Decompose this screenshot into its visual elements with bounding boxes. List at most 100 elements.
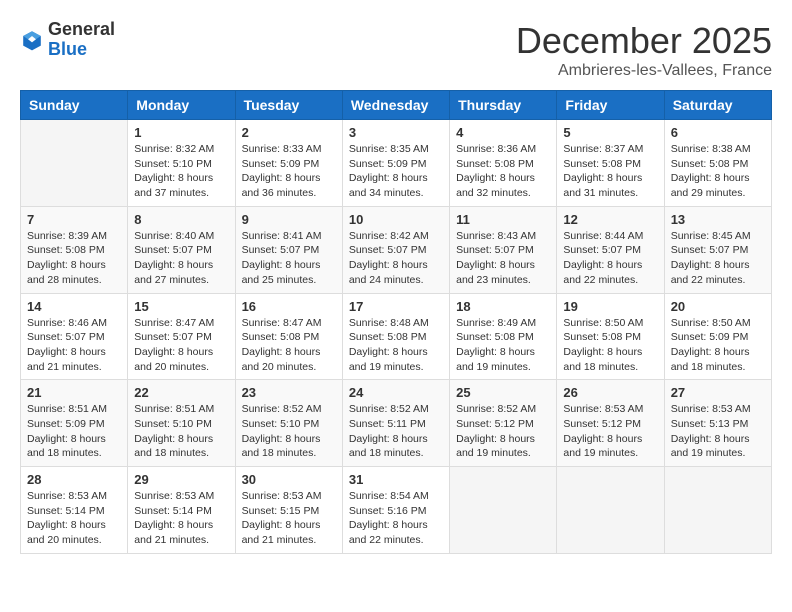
day-number: 1 bbox=[134, 125, 228, 140]
calendar-week-row: 28Sunrise: 8:53 AM Sunset: 5:14 PM Dayli… bbox=[21, 467, 772, 554]
calendar-cell: 27 Sunrise: 8:53 AM Sunset: 5:13 PM Dayli… bbox=[664, 380, 771, 467]
calendar-header-cell: Friday bbox=[557, 91, 664, 120]
calendar-cell: 20 Sunrise: 8:50 AM Sunset: 5:09 PM Dayli… bbox=[664, 293, 771, 380]
calendar-cell: 28Sunrise: 8:53 AM Sunset: 5:14 PM Dayli… bbox=[21, 467, 128, 554]
calendar-week-row: 14 Sunrise: 8:46 AM Sunset: 5:07 PM Dayli… bbox=[21, 293, 772, 380]
day-info: Sunrise: 8:45 AM Sunset: 5:07 PM Dayligh… bbox=[671, 229, 765, 288]
day-info: Sunrise: 8:46 AM Sunset: 5:07 PM Dayligh… bbox=[27, 316, 121, 375]
calendar-cell bbox=[21, 120, 128, 207]
day-info: Sunrise: 8:39 AM Sunset: 5:08 PM Dayligh… bbox=[27, 229, 121, 288]
day-info: Sunrise: 8:40 AM Sunset: 5:07 PM Dayligh… bbox=[134, 229, 228, 288]
calendar-header-cell: Monday bbox=[128, 91, 235, 120]
calendar-cell: 13 Sunrise: 8:45 AM Sunset: 5:07 PM Dayli… bbox=[664, 206, 771, 293]
calendar-cell: 6Sunrise: 8:38 AM Sunset: 5:08 PM Daylig… bbox=[664, 120, 771, 207]
day-number: 14 bbox=[27, 299, 121, 314]
calendar-cell: 22Sunrise: 8:51 AM Sunset: 5:10 PM Dayli… bbox=[128, 380, 235, 467]
day-number: 3 bbox=[349, 125, 443, 140]
calendar-cell: 17 Sunrise: 8:48 AM Sunset: 5:08 PM Dayli… bbox=[342, 293, 449, 380]
calendar-cell: 25Sunrise: 8:52 AM Sunset: 5:12 PM Dayli… bbox=[450, 380, 557, 467]
calendar-cell: 7 Sunrise: 8:39 AM Sunset: 5:08 PM Daylig… bbox=[21, 206, 128, 293]
calendar-body: 1 Sunrise: 8:32 AM Sunset: 5:10 PM Daylig… bbox=[21, 120, 772, 554]
calendar-table: SundayMondayTuesdayWednesdayThursdayFrid… bbox=[20, 90, 772, 554]
day-number: 21 bbox=[27, 385, 121, 400]
day-info: Sunrise: 8:52 AM Sunset: 5:10 PM Dayligh… bbox=[242, 402, 336, 461]
day-number: 18 bbox=[456, 299, 550, 314]
logo-text: General Blue bbox=[48, 20, 115, 60]
day-number: 15 bbox=[134, 299, 228, 314]
calendar-cell: 2 Sunrise: 8:33 AM Sunset: 5:09 PM Daylig… bbox=[235, 120, 342, 207]
day-number: 23 bbox=[242, 385, 336, 400]
calendar-header-cell: Wednesday bbox=[342, 91, 449, 120]
day-number: 10 bbox=[349, 212, 443, 227]
month-title: December 2025 bbox=[516, 20, 772, 62]
day-number: 31 bbox=[349, 472, 443, 487]
day-info: Sunrise: 8:47 AM Sunset: 5:08 PM Dayligh… bbox=[242, 316, 336, 375]
day-info: Sunrise: 8:53 AM Sunset: 5:14 PM Dayligh… bbox=[27, 489, 121, 548]
day-info: Sunrise: 8:50 AM Sunset: 5:09 PM Dayligh… bbox=[671, 316, 765, 375]
calendar-cell: 3Sunrise: 8:35 AM Sunset: 5:09 PM Daylig… bbox=[342, 120, 449, 207]
calendar-cell: 30Sunrise: 8:53 AM Sunset: 5:15 PM Dayli… bbox=[235, 467, 342, 554]
logo: General Blue bbox=[20, 20, 115, 60]
day-info: Sunrise: 8:41 AM Sunset: 5:07 PM Dayligh… bbox=[242, 229, 336, 288]
day-number: 26 bbox=[563, 385, 657, 400]
day-info: Sunrise: 8:36 AM Sunset: 5:08 PM Dayligh… bbox=[456, 142, 550, 201]
calendar-header-row: SundayMondayTuesdayWednesdayThursdayFrid… bbox=[21, 91, 772, 120]
calendar-header-cell: Thursday bbox=[450, 91, 557, 120]
calendar-cell bbox=[557, 467, 664, 554]
day-info: Sunrise: 8:51 AM Sunset: 5:09 PM Dayligh… bbox=[27, 402, 121, 461]
day-info: Sunrise: 8:32 AM Sunset: 5:10 PM Dayligh… bbox=[134, 142, 228, 201]
day-info: Sunrise: 8:52 AM Sunset: 5:11 PM Dayligh… bbox=[349, 402, 443, 461]
calendar-header-cell: Sunday bbox=[21, 91, 128, 120]
day-number: 24 bbox=[349, 385, 443, 400]
day-info: Sunrise: 8:48 AM Sunset: 5:08 PM Dayligh… bbox=[349, 316, 443, 375]
calendar-cell: 5 Sunrise: 8:37 AM Sunset: 5:08 PM Daylig… bbox=[557, 120, 664, 207]
day-info: Sunrise: 8:44 AM Sunset: 5:07 PM Dayligh… bbox=[563, 229, 657, 288]
calendar-cell: 26Sunrise: 8:53 AM Sunset: 5:12 PM Dayli… bbox=[557, 380, 664, 467]
day-number: 12 bbox=[563, 212, 657, 227]
calendar-cell: 29 Sunrise: 8:53 AM Sunset: 5:14 PM Dayli… bbox=[128, 467, 235, 554]
day-info: Sunrise: 8:54 AM Sunset: 5:16 PM Dayligh… bbox=[349, 489, 443, 548]
day-number: 11 bbox=[456, 212, 550, 227]
day-number: 25 bbox=[456, 385, 550, 400]
calendar-cell: 31 Sunrise: 8:54 AM Sunset: 5:16 PM Dayli… bbox=[342, 467, 449, 554]
logo-icon bbox=[20, 28, 44, 52]
calendar-cell: 24 Sunrise: 8:52 AM Sunset: 5:11 PM Dayli… bbox=[342, 380, 449, 467]
day-info: Sunrise: 8:33 AM Sunset: 5:09 PM Dayligh… bbox=[242, 142, 336, 201]
day-number: 6 bbox=[671, 125, 765, 140]
day-info: Sunrise: 8:42 AM Sunset: 5:07 PM Dayligh… bbox=[349, 229, 443, 288]
day-info: Sunrise: 8:37 AM Sunset: 5:08 PM Dayligh… bbox=[563, 142, 657, 201]
calendar-cell: 9 Sunrise: 8:41 AM Sunset: 5:07 PM Daylig… bbox=[235, 206, 342, 293]
calendar-cell: 11 Sunrise: 8:43 AM Sunset: 5:07 PM Dayli… bbox=[450, 206, 557, 293]
calendar-cell: 19Sunrise: 8:50 AM Sunset: 5:08 PM Dayli… bbox=[557, 293, 664, 380]
day-number: 30 bbox=[242, 472, 336, 487]
day-info: Sunrise: 8:51 AM Sunset: 5:10 PM Dayligh… bbox=[134, 402, 228, 461]
calendar-cell: 16 Sunrise: 8:47 AM Sunset: 5:08 PM Dayli… bbox=[235, 293, 342, 380]
day-number: 2 bbox=[242, 125, 336, 140]
day-info: Sunrise: 8:53 AM Sunset: 5:14 PM Dayligh… bbox=[134, 489, 228, 548]
day-number: 20 bbox=[671, 299, 765, 314]
day-number: 13 bbox=[671, 212, 765, 227]
calendar-cell: 23 Sunrise: 8:52 AM Sunset: 5:10 PM Dayli… bbox=[235, 380, 342, 467]
calendar-header-cell: Tuesday bbox=[235, 91, 342, 120]
day-number: 29 bbox=[134, 472, 228, 487]
calendar-cell: 10 Sunrise: 8:42 AM Sunset: 5:07 PM Dayli… bbox=[342, 206, 449, 293]
title-area: December 2025 Ambrieres-les-Vallees, Fra… bbox=[516, 20, 772, 80]
calendar-cell: 8 Sunrise: 8:40 AM Sunset: 5:07 PM Daylig… bbox=[128, 206, 235, 293]
day-number: 9 bbox=[242, 212, 336, 227]
calendar-week-row: 1 Sunrise: 8:32 AM Sunset: 5:10 PM Daylig… bbox=[21, 120, 772, 207]
day-info: Sunrise: 8:53 AM Sunset: 5:13 PM Dayligh… bbox=[671, 402, 765, 461]
day-info: Sunrise: 8:47 AM Sunset: 5:07 PM Dayligh… bbox=[134, 316, 228, 375]
day-number: 7 bbox=[27, 212, 121, 227]
day-number: 17 bbox=[349, 299, 443, 314]
day-number: 5 bbox=[563, 125, 657, 140]
day-number: 27 bbox=[671, 385, 765, 400]
day-number: 19 bbox=[563, 299, 657, 314]
day-number: 8 bbox=[134, 212, 228, 227]
day-info: Sunrise: 8:49 AM Sunset: 5:08 PM Dayligh… bbox=[456, 316, 550, 375]
calendar-week-row: 7 Sunrise: 8:39 AM Sunset: 5:08 PM Daylig… bbox=[21, 206, 772, 293]
calendar-week-row: 21 Sunrise: 8:51 AM Sunset: 5:09 PM Dayli… bbox=[21, 380, 772, 467]
calendar-header-cell: Saturday bbox=[664, 91, 771, 120]
day-number: 16 bbox=[242, 299, 336, 314]
calendar-cell: 12 Sunrise: 8:44 AM Sunset: 5:07 PM Dayli… bbox=[557, 206, 664, 293]
day-info: Sunrise: 8:43 AM Sunset: 5:07 PM Dayligh… bbox=[456, 229, 550, 288]
